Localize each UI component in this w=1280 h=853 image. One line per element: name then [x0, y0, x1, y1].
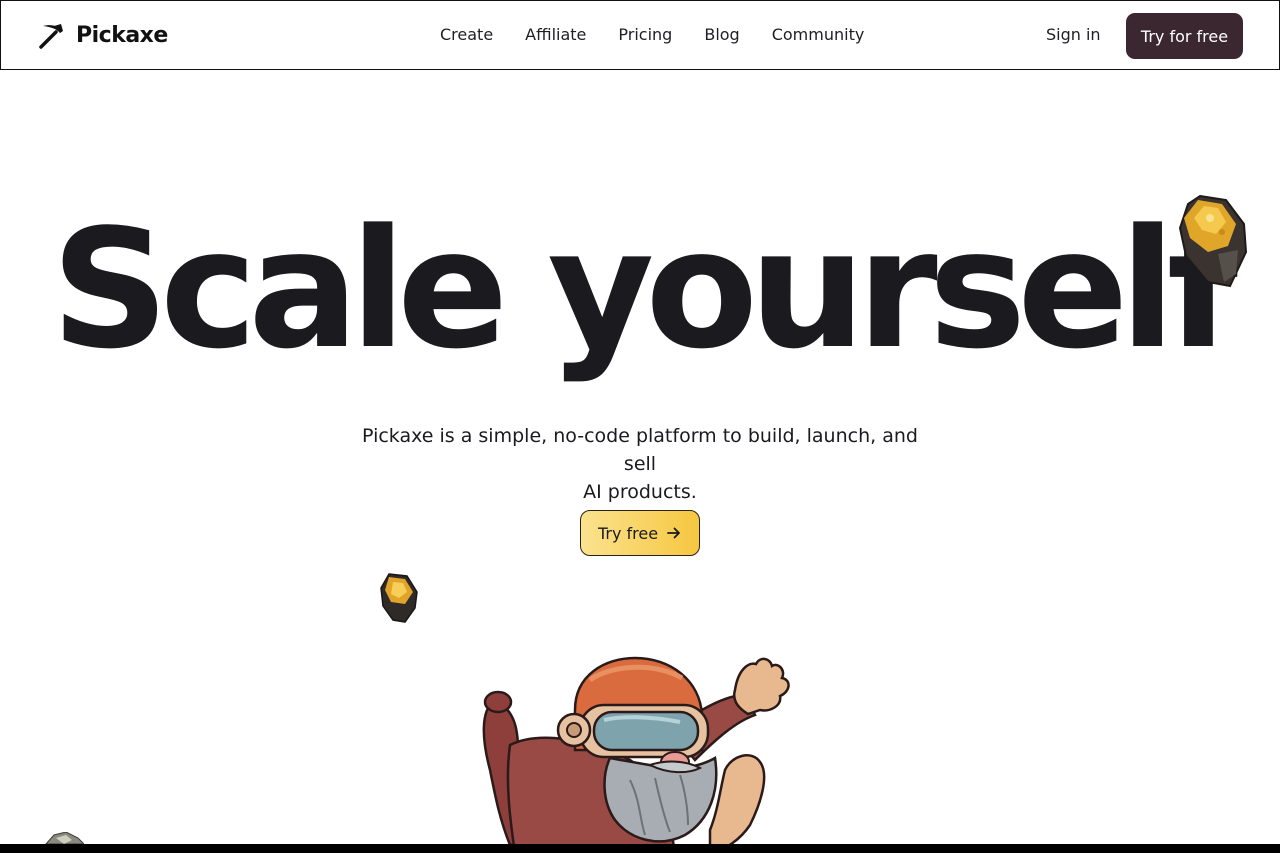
- main-nav: Create Affiliate Pricing Blog Community: [440, 25, 864, 44]
- nav-blog[interactable]: Blog: [704, 25, 739, 44]
- nav-community[interactable]: Community: [772, 25, 865, 44]
- site-header: Pickaxe Create Affiliate Pricing Blog Co…: [0, 0, 1280, 70]
- try-for-free-button[interactable]: Try for free: [1126, 13, 1243, 59]
- miner-character-illustration: [482, 656, 790, 853]
- sign-in-link[interactable]: Sign in: [1046, 25, 1101, 44]
- brand-logo[interactable]: Pickaxe: [38, 22, 168, 49]
- hero-title: Scale yourself: [50, 194, 1238, 385]
- bottom-edge-bar: [0, 844, 1280, 853]
- try-free-button[interactable]: Try free: [580, 510, 700, 556]
- nav-create[interactable]: Create: [440, 25, 493, 44]
- nav-pricing[interactable]: Pricing: [618, 25, 672, 44]
- brand-name: Pickaxe: [76, 23, 168, 48]
- nav-affiliate[interactable]: Affiliate: [525, 25, 586, 44]
- grey-rock-icon: [45, 832, 84, 844]
- gold-rock-small-icon: [380, 573, 418, 623]
- hero-subtitle: Pickaxe is a simple, no-code platform to…: [360, 422, 920, 506]
- hero-subtitle-line1: Pickaxe is a simple, no-code platform to…: [362, 425, 918, 475]
- gold-rock-large-icon: [1178, 194, 1248, 288]
- hero-subtitle-line2: AI products.: [583, 481, 697, 503]
- arrow-right-icon: [667, 527, 680, 539]
- try-free-label: Try free: [597, 523, 659, 543]
- landing-page: Pickaxe Create Affiliate Pricing Blog Co…: [0, 0, 1280, 853]
- pickaxe-icon: [39, 24, 63, 49]
